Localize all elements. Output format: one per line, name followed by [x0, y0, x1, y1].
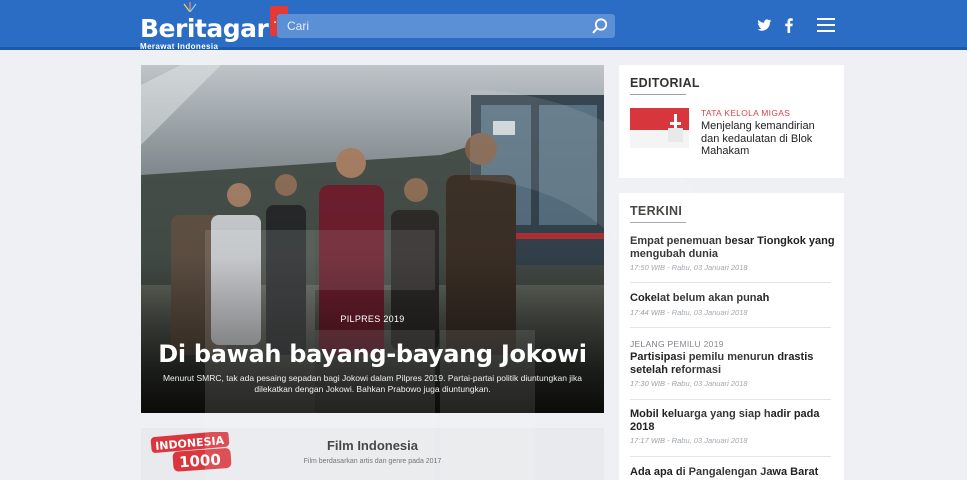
divider: [630, 282, 831, 283]
news-title[interactable]: Ada apa di Pangalengan Jawa Barat: [630, 466, 835, 479]
list-item[interactable]: JELANG PEMILU 2019 Partisipasi pemilu me…: [630, 339, 835, 388]
news-title[interactable]: Empat penemuan besar Tiongkok yang mengu…: [630, 235, 835, 260]
editorial-heading: EDITORIAL: [630, 76, 700, 90]
heading-underline: [630, 94, 686, 95]
hero-category[interactable]: PILPRES 2019: [141, 314, 604, 324]
list-item[interactable]: Ada apa di Pangalengan Jawa Barat: [630, 466, 835, 479]
hero-title[interactable]: Di bawah bayang-bayang Jokowi: [141, 340, 604, 368]
search-icon[interactable]: [591, 17, 609, 35]
editorial-category[interactable]: TATA KELOLA MIGAS: [701, 108, 790, 118]
top-navigation-bar: Beritagar.id Merawat Indonesia: [0, 0, 967, 51]
news-title[interactable]: Cokelat belum akan punah: [630, 292, 835, 305]
hero-article[interactable]: PILPRES 2019 Di bawah bayang-bayang Joko…: [141, 65, 604, 413]
site-logo[interactable]: Beritagar.id Merawat Indonesia: [140, 2, 288, 51]
film-indonesia-card[interactable]: INDONESIA 1000 Film Indonesia Film berda…: [141, 428, 604, 480]
logo-sparkle-icon: [183, 2, 197, 12]
logo-tagline: Merawat Indonesia: [140, 42, 219, 51]
news-timestamp: 17:30 WIB - Rabu, 03 Januari 2018: [630, 379, 748, 388]
logo-line-2: 1000: [178, 451, 221, 472]
editorial-title[interactable]: Menjelang kemandirian dan kedaulatan di …: [701, 120, 836, 158]
film-title: Film Indonesia: [326, 438, 418, 453]
news-category[interactable]: JELANG PEMILU 2019: [630, 339, 835, 349]
menu-icon[interactable]: [816, 16, 836, 34]
news-timestamp: 17:44 WIB - Rabu, 03 Januari 2018: [630, 307, 748, 317]
indonesia-1000-logo: INDONESIA 1000: [150, 432, 232, 472]
heading-underline: [630, 222, 686, 223]
editorial-panel: EDITORIAL TATA KELOLA MIGAS Menjelang ke…: [619, 65, 844, 178]
list-item[interactable]: Cokelat belum akan punah 17:44 WIB - Rab…: [630, 292, 835, 317]
news-timestamp: 17:50 WIB - Rabu, 03 Januari 2018: [630, 263, 748, 272]
terkini-heading: TERKINI: [630, 204, 683, 218]
list-item[interactable]: Mobil keluarga yang siap hadir pada 2018…: [630, 408, 835, 445]
facebook-icon[interactable]: [782, 16, 796, 34]
news-title[interactable]: Partisipasi pemilu menurun drastis setel…: [630, 351, 835, 376]
film-subtitle: Film berdasarkan artis dan genre pada 20…: [303, 458, 442, 465]
list-item[interactable]: Empat penemuan besar Tiongkok yang mengu…: [630, 235, 835, 272]
news-title[interactable]: Mobil keluarga yang siap hadir pada 2018: [630, 408, 835, 433]
twitter-icon[interactable]: [755, 16, 773, 34]
search-bar: [277, 14, 615, 38]
divider: [630, 399, 831, 400]
editorial-thumbnail[interactable]: [630, 108, 689, 148]
terkini-panel: TERKINI Empat penemuan besar Tiongkok ya…: [619, 193, 844, 480]
divider: [630, 456, 831, 457]
logo-wordmark: Beritagar: [140, 14, 269, 43]
search-input[interactable]: [277, 14, 577, 38]
divider: [630, 327, 831, 328]
news-timestamp: 17:17 WIB - Rabu, 03 Januari 2018: [630, 436, 748, 445]
hero-description: Menurut SMRC, tak ada pesaing sepadan ba…: [162, 373, 583, 394]
